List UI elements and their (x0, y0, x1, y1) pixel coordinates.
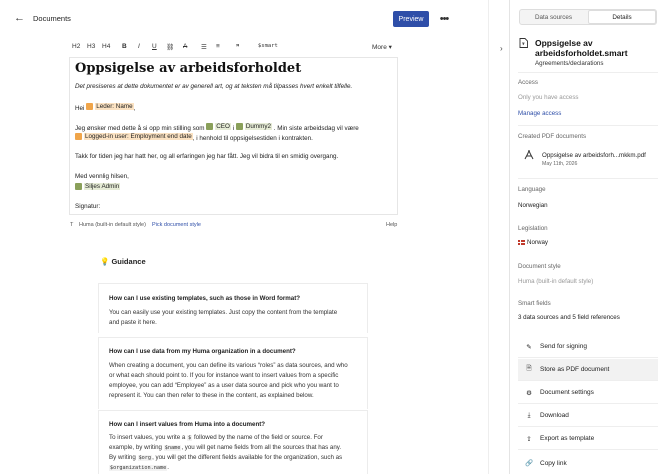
document-folder: Agreements/declarations (535, 60, 604, 67)
closing-line: Med vennlig hilsen, (75, 173, 129, 180)
back-arrow-icon[interactable]: ← (14, 12, 26, 26)
user-field-icon (75, 183, 82, 190)
italic-button[interactable]: I (138, 43, 140, 50)
smart-fields-label: Smart fields (518, 300, 551, 307)
signature-line: Signatur: (75, 203, 101, 210)
document-style-label: Document style (518, 263, 561, 270)
settings-icon: ⚙ (526, 389, 532, 397)
document-style-name: Huma (built-in default style) (79, 222, 146, 228)
guidance-answer-line: example, by writing $name, you will get … (109, 444, 342, 451)
document-settings-button[interactable]: ⚙ Document settings (518, 382, 658, 404)
help-link[interactable]: Help (386, 222, 397, 228)
guidance-card: How can I insert values from Huma into a… (98, 410, 368, 474)
guidance-answer-line: $organization.name. (109, 464, 169, 471)
more-options-icon[interactable]: ••• (437, 11, 451, 27)
intro-text: Det presiseres at dette dokumentet er av… (75, 83, 353, 90)
export-icon: ⇪ (526, 435, 532, 443)
guidance-answer-line: You can easily use your existing templat… (109, 309, 338, 316)
signer-field[interactable]: Siljes Admin (75, 183, 121, 190)
language-value: Norwegian (518, 202, 548, 209)
document-style-value: Huma (built-in default style) (518, 278, 594, 285)
divider (518, 72, 658, 73)
divider (518, 125, 658, 126)
created-pdfs-label: Created PDF documents (518, 133, 587, 140)
send-for-signing-button[interactable]: ✎ Send for signing (518, 336, 658, 358)
pdf-file-link[interactable]: Oppsigelse av arbeidsforh...mkkm.pdf (542, 152, 646, 159)
paragraph-1-line-1: Jeg ønsker med dette å si opp min stilli… (75, 123, 359, 132)
heading2-button[interactable]: H2 (72, 43, 80, 50)
signature-icon: ✎ (526, 343, 532, 351)
norway-flag-icon (518, 239, 525, 245)
legislation-value: Norway (518, 239, 548, 246)
smart-field-button[interactable]: $smart (258, 43, 278, 49)
end-date-field[interactable]: Logged-in user: Employment end date (75, 133, 193, 140)
guidance-answer-line: By writing $org, you will get the differ… (109, 454, 343, 461)
preview-button[interactable]: Preview (393, 11, 429, 27)
export-as-template-button[interactable]: ⇪ Export as template (518, 428, 658, 450)
copy-link-button[interactable]: 🔗 Copy link (518, 452, 658, 474)
document-heading: Oppsigelse av arbeidsforholdet (75, 61, 302, 76)
quote-icon[interactable]: ❞ (236, 43, 240, 51)
role-field-icon (206, 123, 214, 130)
download-icon: ⤓ (527, 411, 531, 419)
document-icon (519, 38, 528, 48)
signer-line: Siljes Admin (75, 183, 121, 192)
guidance-answer-line: and paste it here. (109, 319, 157, 326)
breadcrumb-title: Documents (33, 14, 71, 23)
more-formatting-dropdown[interactable]: More ▾ (372, 43, 392, 51)
access-label: Access (518, 79, 538, 86)
guidance-question: How can I insert values from Huma into a… (109, 421, 266, 428)
guidance-answer-line: To insert values, you write a $ followed… (109, 434, 323, 441)
heading3-button[interactable]: H3 (87, 43, 95, 50)
guidance-question: How can I use existing templates, such a… (109, 295, 301, 302)
numbered-list-icon[interactable]: ≡ (216, 43, 220, 50)
divider (518, 178, 658, 179)
link-icon[interactable]: ⛓ (166, 43, 174, 51)
access-value: Only you have access (518, 94, 579, 101)
heading4-button[interactable]: H4 (102, 43, 110, 50)
guidance-card: How can I use existing templates, such a… (98, 283, 368, 333)
lightbulb-icon: 💡 (100, 257, 110, 266)
greeting-line: Hei Leder: Name, (75, 103, 136, 112)
download-button[interactable]: ⤓ Download (518, 405, 658, 427)
guidance-question: How can I use data from my Huma organiza… (109, 348, 296, 355)
smart-fields-value: 3 data sources and 5 field references (518, 314, 620, 321)
pick-document-style-link[interactable]: Pick document style (152, 222, 201, 228)
guidance-answer-line: or what each should point to. If you for… (109, 372, 339, 379)
guidance-heading: 💡 Guidance (100, 257, 146, 266)
leader-name-field[interactable]: Leder: Name (86, 103, 134, 110)
bold-button[interactable]: B (122, 43, 127, 50)
legislation-label: Legislation (518, 225, 548, 232)
page-edge-divider (488, 0, 489, 474)
link-icon: 🔗 (524, 460, 534, 467)
user-field-icon (75, 133, 82, 140)
pdf-file-date: May 11th, 2026 (542, 161, 578, 167)
company-field[interactable]: Dummy2 (235, 123, 273, 130)
manage-access-link[interactable]: Manage access (518, 110, 561, 117)
document-name: Oppsigelse av arbeidsforholdet.smart (535, 38, 628, 58)
pdf-icon (524, 149, 534, 160)
language-label: Language (518, 186, 546, 193)
underline-button[interactable]: U (152, 43, 157, 50)
guidance-card: How can I use data from my Huma organiza… (98, 337, 368, 409)
chevron-right-icon[interactable]: › (500, 44, 503, 53)
bullet-list-icon[interactable]: ☰ (201, 43, 207, 51)
text-style-icon: T (70, 222, 74, 228)
guidance-answer-line: employee, you can add “Employee” as a us… (109, 382, 339, 389)
guidance-answer-line: When creating a document, you can define… (109, 362, 348, 369)
paragraph-2: Takk for tiden jeg har hatt her, og all … (75, 153, 339, 160)
user-field-icon (86, 103, 94, 110)
company-field-icon (235, 123, 243, 130)
paragraph-1-line-2: Logged-in user: Employment end date, i h… (75, 133, 313, 142)
tab-details[interactable]: Details (588, 10, 656, 24)
ceo-field[interactable]: CEO (206, 123, 231, 130)
guidance-answer-line: represent it. You can then refer to thes… (109, 392, 314, 399)
pdf-icon: 🗎 (526, 365, 532, 372)
store-as-pdf-button[interactable]: 🗎 Store as PDF document (518, 359, 658, 381)
strikethrough-button[interactable]: A (183, 43, 187, 50)
tab-data-sources[interactable]: Data sources (520, 10, 587, 24)
